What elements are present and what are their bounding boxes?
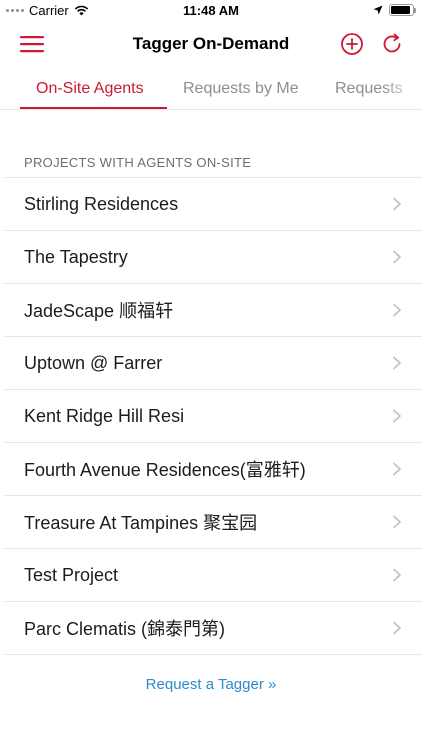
chevron-right-icon [393,568,401,582]
list-item[interactable]: Treasure At Tampines 聚宝园 [4,496,422,549]
chevron-right-icon [393,462,401,476]
project-list: Stirling Residences The Tapestry JadeSca… [4,177,422,655]
list-item-label: Kent Ridge Hill Resi [24,405,185,426]
list-item[interactable]: The Tapestry [4,231,422,284]
refresh-button[interactable] [378,30,406,58]
chevron-right-icon [393,356,401,370]
chevron-right-icon [393,621,401,635]
request-tagger-link[interactable]: Request a Tagger » [0,676,422,693]
list-item[interactable]: Fourth Avenue Residences(富雅轩) [4,443,422,496]
tab-on-site-agents[interactable]: On-Site Agents [36,70,144,109]
segment-tabs: On-Site Agents Requests by Me Requests [0,70,422,110]
chevron-right-icon [393,303,401,317]
list-item-label: JadeScape 顺福轩 [24,301,174,321]
battery-icon [389,4,416,16]
chevron-right-icon [393,515,401,529]
list-item-label: The Tapestry [24,246,128,267]
list-item[interactable]: Uptown @ Farrer [4,337,422,390]
chevron-right-icon [393,409,401,423]
tab-requests[interactable]: Requests [335,70,403,109]
add-circle-icon [341,33,363,55]
status-time: 11:48 AM [183,3,239,18]
add-button[interactable] [338,30,366,58]
list-item[interactable]: JadeScape 顺福轩 [4,284,422,337]
list-item-label: Parc Clematis (錦泰門第) [24,619,226,639]
navigation-bar: Tagger On-Demand [0,22,422,66]
status-bar: Carrier 11:48 AM [0,0,422,22]
tab-requests-by-me[interactable]: Requests by Me [183,70,299,109]
section-header: PROJECTS WITH AGENTS ON-SITE [24,155,252,170]
list-item-label: Treasure At Tampines 聚宝园 [24,513,258,533]
status-bar-right [373,4,416,16]
list-item[interactable]: Test Project [4,549,422,602]
active-tab-indicator [20,107,167,109]
chevron-right-icon [393,250,401,264]
list-item-label: Stirling Residences [24,193,179,214]
list-item-label: Uptown @ Farrer [24,352,163,373]
location-arrow-icon [373,5,383,15]
chevron-right-icon [393,197,401,211]
list-item[interactable]: Stirling Residences [4,178,422,231]
list-item-label: Test Project [24,564,119,585]
list-item[interactable]: Kent Ridge Hill Resi [4,390,422,443]
list-item[interactable]: Parc Clematis (錦泰門第) [4,602,422,655]
list-item-label: Fourth Avenue Residences(富雅轩) [24,460,306,480]
refresh-icon [383,33,401,53]
battery-level [391,6,410,14]
